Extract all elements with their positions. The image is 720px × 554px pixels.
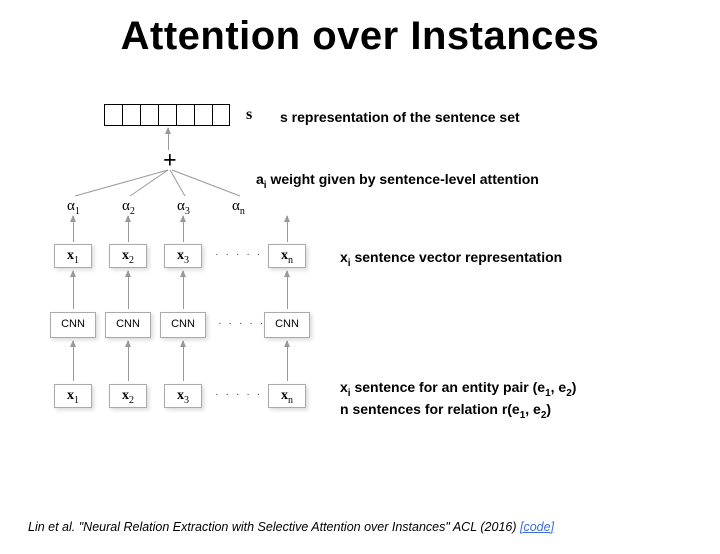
- arrow-a2-x2: [128, 216, 129, 242]
- dots-1: · · · · · ·: [215, 249, 273, 261]
- arrow-cnn-in2: [128, 341, 129, 381]
- slide-title: Attention over Instances: [0, 14, 720, 59]
- cnn-box-1: CNN: [50, 312, 96, 338]
- input-box-3: x3: [164, 384, 202, 408]
- citation: Lin et al. "Neural Relation Extraction w…: [28, 520, 554, 534]
- code-link[interactable]: [code]: [520, 520, 554, 534]
- arrow-an-xn: [287, 216, 288, 242]
- input-box-n: xn: [268, 384, 306, 408]
- arrow-x3-cnn: [183, 271, 184, 309]
- arrow-a1-x1: [73, 216, 74, 242]
- arrow-cnn-in1: [73, 341, 74, 381]
- cnn-box-n: CNN: [264, 312, 310, 338]
- annot-s: s representation of the sentence set: [280, 108, 520, 127]
- arrow-x1-cnn: [73, 271, 74, 309]
- annot-pair: xi sentence for an entity pair (e1, e2) …: [340, 378, 576, 423]
- x-box-1: x1: [54, 244, 92, 268]
- dots-3: · · · · · ·: [215, 389, 273, 401]
- x-box-3: x3: [164, 244, 202, 268]
- annot-xi: xi sentence vector representation: [340, 248, 562, 270]
- input-box-2: x2: [109, 384, 147, 408]
- cnn-box-2: CNN: [105, 312, 151, 338]
- x-box-n: xn: [268, 244, 306, 268]
- input-box-1: x1: [54, 384, 92, 408]
- annot-alpha: ai weight given by sentence-level attent…: [256, 170, 539, 192]
- arrow-xn-cnn: [287, 271, 288, 309]
- x-box-2: x2: [109, 244, 147, 268]
- arrow-x2-cnn: [128, 271, 129, 309]
- arrow-cnn-inn: [287, 341, 288, 381]
- cnn-box-3: CNN: [160, 312, 206, 338]
- arrow-cnn-in3: [183, 341, 184, 381]
- diagram-stage: s + α1 α2 α3 αn x1 x2 x3 · · · · · · xn …: [0, 84, 720, 514]
- arrow-a3-x3: [183, 216, 184, 242]
